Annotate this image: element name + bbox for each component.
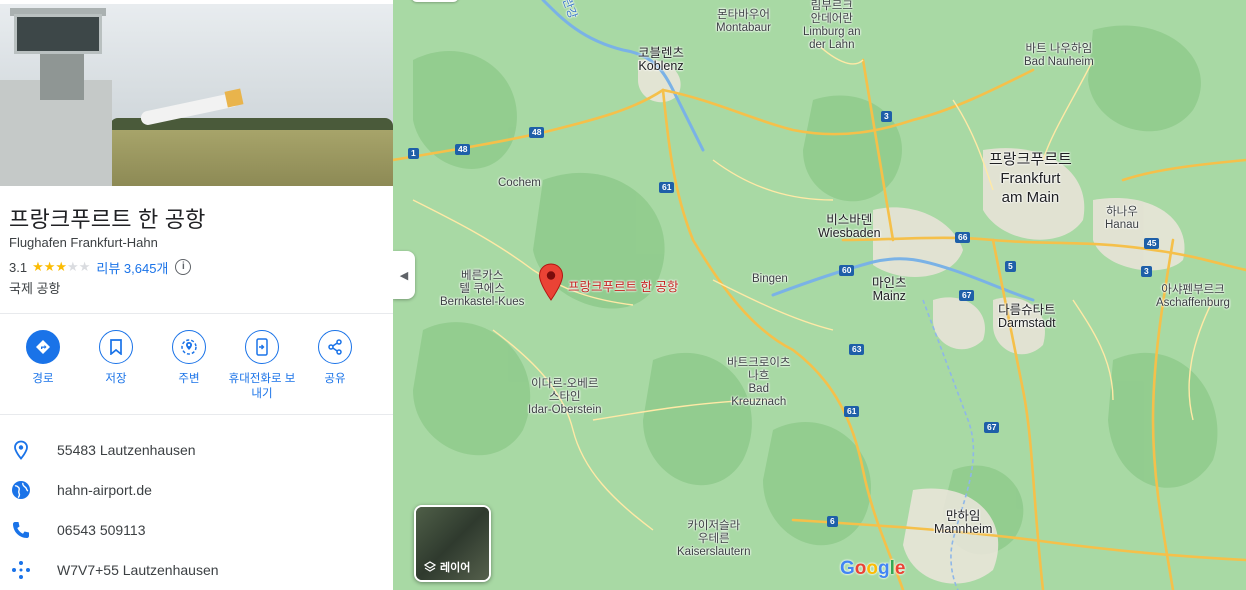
location-pin-marker[interactable] xyxy=(538,263,564,301)
star-icon: ★ xyxy=(32,259,44,274)
map-label-limburg[interactable]: 림부르크 안데어란 Limburg an der Lahn xyxy=(803,0,861,52)
place-title: 프랑크푸르트 한 공항 xyxy=(9,207,206,232)
globe-icon xyxy=(11,480,31,500)
airplane-tail xyxy=(224,88,244,108)
share-icon xyxy=(318,330,352,364)
road-shield: 61 xyxy=(659,182,675,193)
nearby-icon xyxy=(172,330,206,364)
send-to-phone-icon xyxy=(245,330,279,364)
map-label-kaiserslautern[interactable]: 카이저슬라 우테른 Kaiserslautern xyxy=(677,520,751,559)
road-shield: 3 xyxy=(1141,266,1152,277)
road-shield: 48 xyxy=(529,127,545,138)
bookmark-icon xyxy=(99,330,133,364)
send-to-phone-button[interactable]: 휴대전화로 보내기 xyxy=(226,328,298,402)
road-shield: 60 xyxy=(839,265,855,276)
rating-stars: ★★★★★ xyxy=(32,259,90,275)
share-label: 공유 xyxy=(324,373,346,385)
control-tower-cab xyxy=(14,14,102,54)
place-side-panel: 프랑크푸르트 한 공항 Flughafen Frankfurt-Hahn 3.1… xyxy=(0,0,394,590)
google-logo: Google xyxy=(840,558,906,579)
map-label-bad-kreuznach[interactable]: 바트크로이츠 나흐 Bad Kreuznach xyxy=(727,357,790,409)
directions-label: 경로 xyxy=(32,373,54,385)
road-shield: 66 xyxy=(955,232,971,243)
place-hero-photo[interactable] xyxy=(0,0,393,186)
rating-value: 3.1 xyxy=(9,259,28,275)
directions-icon xyxy=(26,330,60,364)
map-label-mannheim[interactable]: 만하임 Mannheim xyxy=(934,510,992,536)
star-icon: ★ xyxy=(67,259,79,274)
map-label-bingen[interactable]: Bingen xyxy=(752,273,788,286)
map-label-idar-oberstein[interactable]: 이다르-오베르 스타인 Idar-Oberstein xyxy=(528,378,602,417)
divider xyxy=(0,313,393,314)
place-category[interactable]: 국제 공항 xyxy=(9,278,60,297)
road-shield: 67 xyxy=(984,422,1000,433)
map-label-koblenz[interactable]: 코블렌츠 Koblenz xyxy=(638,47,684,73)
website-text: hahn-airport.de xyxy=(57,482,152,498)
layers-button[interactable]: 레이어 xyxy=(414,505,491,582)
road-shield: 48 xyxy=(455,144,471,155)
collapse-panel-button[interactable]: ◀ xyxy=(393,251,415,299)
website-row[interactable]: hahn-airport.de xyxy=(0,472,393,508)
road-shield: 67 xyxy=(959,290,975,301)
plus-code-row[interactable]: W7V7+55 Lautzenhausen xyxy=(0,552,393,588)
map-label-bernkastel-kues[interactable]: 베른카스 텔 쿠에스 Bernkastel-Kues xyxy=(440,270,524,309)
pin-label[interactable]: 프랑크푸르트 한 공항 xyxy=(568,276,678,295)
map-label-darmstadt[interactable]: 다름슈타트 Darmstadt xyxy=(998,304,1056,330)
map-label-frankfurt[interactable]: 프랑크푸르트 Frankfurt am Main xyxy=(989,150,1072,207)
road-shield: 45 xyxy=(1144,238,1160,249)
plus-code-text: W7V7+55 Lautzenhausen xyxy=(57,562,219,578)
star-icon: ★ xyxy=(55,259,68,274)
star-icon: ★ xyxy=(78,259,91,274)
directions-button[interactable]: 경로 xyxy=(7,328,79,387)
place-subtitle: Flughafen Frankfurt-Hahn xyxy=(9,235,158,250)
map-label-montabaur[interactable]: 몬타바우어 Montabaur xyxy=(716,9,771,35)
action-buttons: 경로 저장 주변 휴대전화로 보내기 공유 xyxy=(0,328,393,408)
address-text: 55483 Lautzenhausen xyxy=(57,442,196,458)
reviews-link[interactable]: 리뷰 3,645개 xyxy=(96,258,168,277)
map-label-aschaffenburg[interactable]: 아샤펜부르크 Aschaffenburg xyxy=(1156,284,1230,310)
star-icon: ★ xyxy=(43,259,56,274)
map-canvas[interactable]: 몬타바우어 Montabaur 림부르크 안데어란 Limburg an der Lah… xyxy=(393,0,1246,590)
nearby-button[interactable]: 주변 xyxy=(153,328,225,387)
nearby-label: 주변 xyxy=(178,373,200,385)
phone-icon xyxy=(11,520,31,540)
map-label-bad-nauheim[interactable]: 바트 나우하임 Bad Nauheim xyxy=(1024,43,1094,69)
chevron-left-icon: ◀ xyxy=(399,269,409,282)
phone-text: 06543 509113 xyxy=(57,522,146,538)
location-pin-icon xyxy=(11,440,31,460)
road-shield: 3 xyxy=(881,111,892,122)
map-label-wiesbaden[interactable]: 비스바덴 Wiesbaden xyxy=(818,214,881,240)
hero-top-edge xyxy=(0,0,393,4)
info-icon[interactable]: i xyxy=(175,259,192,275)
road-shield: 1 xyxy=(408,148,419,159)
road-shield: 5 xyxy=(1005,261,1016,272)
layers-label: 레이어 xyxy=(440,562,471,574)
phone-row[interactable]: 06543 509113 xyxy=(0,512,393,548)
send-to-phone-label: 휴대전화로 보내기 xyxy=(228,373,296,400)
layers-label-row: 레이어 xyxy=(424,559,470,575)
address-row[interactable]: 55483 Lautzenhausen xyxy=(0,432,393,468)
save-label: 저장 xyxy=(105,373,127,385)
share-button[interactable]: 공유 xyxy=(299,328,371,387)
map-label-cochem[interactable]: Cochem xyxy=(498,177,541,190)
layers-icon xyxy=(424,561,436,572)
plus-code-icon xyxy=(11,560,31,580)
road-shield: 6 xyxy=(827,516,838,527)
save-button[interactable]: 저장 xyxy=(80,328,152,387)
map-label-hanau[interactable]: 하나우 Hanau xyxy=(1105,206,1139,232)
road-shield: 61 xyxy=(844,406,860,417)
map-label-mainz[interactable]: 마인츠 Mainz xyxy=(872,277,907,303)
road-shield: 63 xyxy=(849,344,865,355)
rating-row: 3.1 ★★★★★ 리뷰 3,645개 i xyxy=(9,258,192,277)
map-top-control[interactable] xyxy=(411,0,459,2)
divider xyxy=(0,414,393,415)
